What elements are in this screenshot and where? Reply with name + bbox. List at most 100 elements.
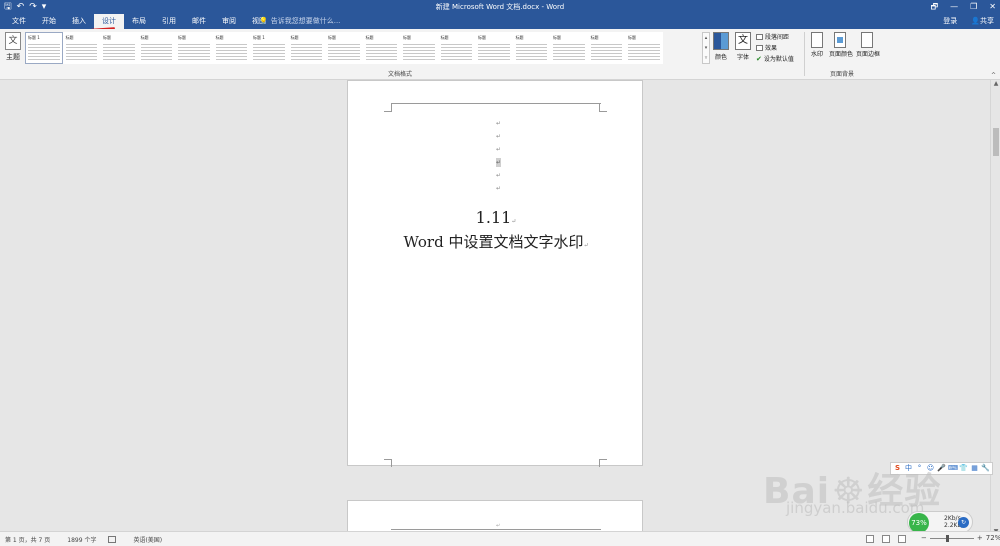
lightbulb-icon: 💡 [259,17,268,25]
tab-mailings[interactable]: 邮件 [184,14,214,29]
login-link[interactable]: 登录 [943,14,957,29]
title-bar: 🖫 ↶ ↷ ▾ 新建 Microsoft Word 文档.docx - Word… [0,0,1000,14]
watermark-button[interactable]: 水印 [806,32,828,58]
sogou-logo-icon[interactable]: S [893,464,902,473]
punctuation-icon[interactable]: ° [915,464,924,473]
ribbon-tab-row: 文件 开始 插入 设计 布局 引用 邮件 审阅 视图 💡 告诉我您想要做什么..… [0,14,1000,29]
person-icon: 👤 [971,17,980,25]
tab-layout[interactable]: 布局 [124,14,154,29]
skin-icon[interactable]: 👕 [959,464,968,473]
set-as-default-button[interactable]: ✔ 设为默认值 [756,54,794,64]
document-workspace: ↵ ↵ ↵ ↵ ↵ ↵ 1.11↵ Word 中设置文档文字水印↵ ↵ [0,80,990,535]
style-set-title: 标题 [178,35,186,40]
style-set-thumbnail[interactable]: 标题 [512,32,550,64]
tab-file[interactable]: 文件 [4,14,34,29]
style-set-title: 标题 [103,35,111,40]
share-button[interactable]: 👤共享 [971,14,994,29]
document-page[interactable]: ↵ ↵ ↵ ↵ ↵ ↵ 1.11↵ Word 中设置文档文字水印↵ [347,80,643,467]
undo-icon[interactable]: ↶ [17,1,25,13]
redo-icon[interactable]: ↷ [29,1,37,13]
style-set-title: 标题 [290,35,299,40]
tell-me-search[interactable]: 💡 告诉我您想要做什么... [259,14,340,29]
style-set-preview-lines [628,42,660,60]
settings-icon[interactable]: 🔧 [981,464,990,473]
emoji-icon[interactable]: ☺ [926,464,935,473]
print-layout-icon[interactable] [882,535,890,543]
ribbon-display-options-icon[interactable]: 🗗 [931,1,939,13]
zoom-out-icon[interactable]: − [921,534,927,542]
style-set-thumbnail[interactable]: 标题 [287,32,325,64]
style-set-thumbnail[interactable]: 标题 1 [250,32,288,64]
effects-button[interactable]: 效果 [756,43,794,52]
paragraph-spacing-icon [756,33,763,40]
style-set-title: 标题 [515,35,524,40]
word-count[interactable]: 1899 个字 [67,535,96,544]
page-borders-button[interactable]: 页面边框 [856,32,880,58]
next-document-page[interactable]: ↵ [347,500,643,535]
network-speed-widget[interactable]: 73% 2Kb/s 2.2Kb/s ↻ [907,511,973,533]
style-set-thumbnail[interactable]: 标题 [437,32,475,64]
style-set-thumbnail[interactable]: 标题 [475,32,513,64]
tab-review[interactable]: 审阅 [214,14,244,29]
colors-button[interactable]: 颜色 [712,32,730,61]
page-count[interactable]: 第 1 页，共 7 页 [5,535,50,544]
close-icon[interactable]: ✕ [989,1,996,13]
tab-references[interactable]: 引用 [154,14,184,29]
crop-mark [384,104,392,112]
style-set-thumbnail[interactable]: 标题 [212,32,250,64]
page-color-button[interactable]: 页面颜色 [829,32,853,58]
style-set-thumbnail[interactable]: 标题 1 [25,32,63,64]
customize-qat-icon[interactable]: ▾ [42,1,47,13]
save-icon[interactable]: 🖫 [4,1,12,13]
zoom-slider[interactable] [929,534,974,542]
style-set-thumbnail[interactable]: 标题 [587,32,625,64]
restore-icon[interactable]: ❐ [970,1,977,13]
zoom-slider-knob[interactable] [945,534,949,542]
ribbon-tabs: 文件 开始 插入 设计 布局 引用 邮件 审阅 视图 [4,14,274,29]
style-set-thumbnail[interactable]: 标题 [400,32,438,64]
collapse-ribbon-icon[interactable]: ^ [991,72,996,79]
paragraph-mark: ↵ [496,133,502,140]
tab-insert[interactable]: 插入 [64,14,94,29]
style-set-title: 标题 [215,35,224,40]
style-set-title: 标题 [403,35,411,40]
chinese-mode-icon[interactable]: 中 [904,464,913,473]
style-set-title: 标题 1 [28,35,40,40]
web-layout-icon[interactable] [898,535,906,543]
colors-label: 颜色 [714,54,727,61]
style-set-thumbnail[interactable]: 标题 [100,32,138,64]
style-set-thumbnail[interactable]: 标题 [137,32,175,64]
language[interactable]: 英语(美国) [133,535,162,544]
fonts-button[interactable]: 文 字体 [734,32,752,61]
gallery-more-button[interactable]: ▴ ▾ ▿ [702,32,710,64]
proofing-icon[interactable] [108,535,117,543]
style-set-thumbnail[interactable]: 标题 [175,32,213,64]
style-set-thumbnail[interactable]: 标题 [62,32,100,64]
paragraph-mark: ↵ [511,218,517,225]
style-set-thumbnail[interactable]: 标题 [550,32,588,64]
voice-icon[interactable]: 🎤 [937,464,946,473]
formatting-options: 段落间距 效果 ✔ 设为默认值 [756,32,794,63]
scroll-up-icon[interactable]: ▲ [992,80,1000,87]
toolbox-icon[interactable]: ▦ [970,464,979,473]
themes-button[interactable]: 文 主题 [3,32,23,70]
scroll-thumb[interactable] [993,128,999,156]
tab-home[interactable]: 开始 [34,14,64,29]
zoom-control: − + 72% [921,534,1000,542]
read-mode-icon[interactable] [866,535,874,543]
crop-mark [384,459,392,467]
style-set-thumbnail[interactable]: 标题 [362,32,400,64]
zoom-level[interactable]: 72% [986,534,1000,542]
style-set-thumbnail[interactable]: 标题 [325,32,363,64]
style-set-thumbnail[interactable]: 标题 [625,32,663,64]
accelerate-icon[interactable]: ↻ [958,517,969,528]
keyboard-icon[interactable]: ⌨ [948,464,958,473]
style-set-preview-lines [28,42,60,60]
paragraph-mark-selected: ↵ [496,158,502,167]
style-set-title: 标题 [478,35,486,40]
status-bar: 第 1 页，共 7 页 1899 个字 英语(美国) − + 72% [0,531,1000,546]
zoom-in-icon[interactable]: + [977,534,983,542]
style-set-title: 标题 [590,35,599,40]
minimize-icon[interactable]: — [950,1,958,13]
paragraph-spacing-button[interactable]: 段落间距 [756,32,794,41]
